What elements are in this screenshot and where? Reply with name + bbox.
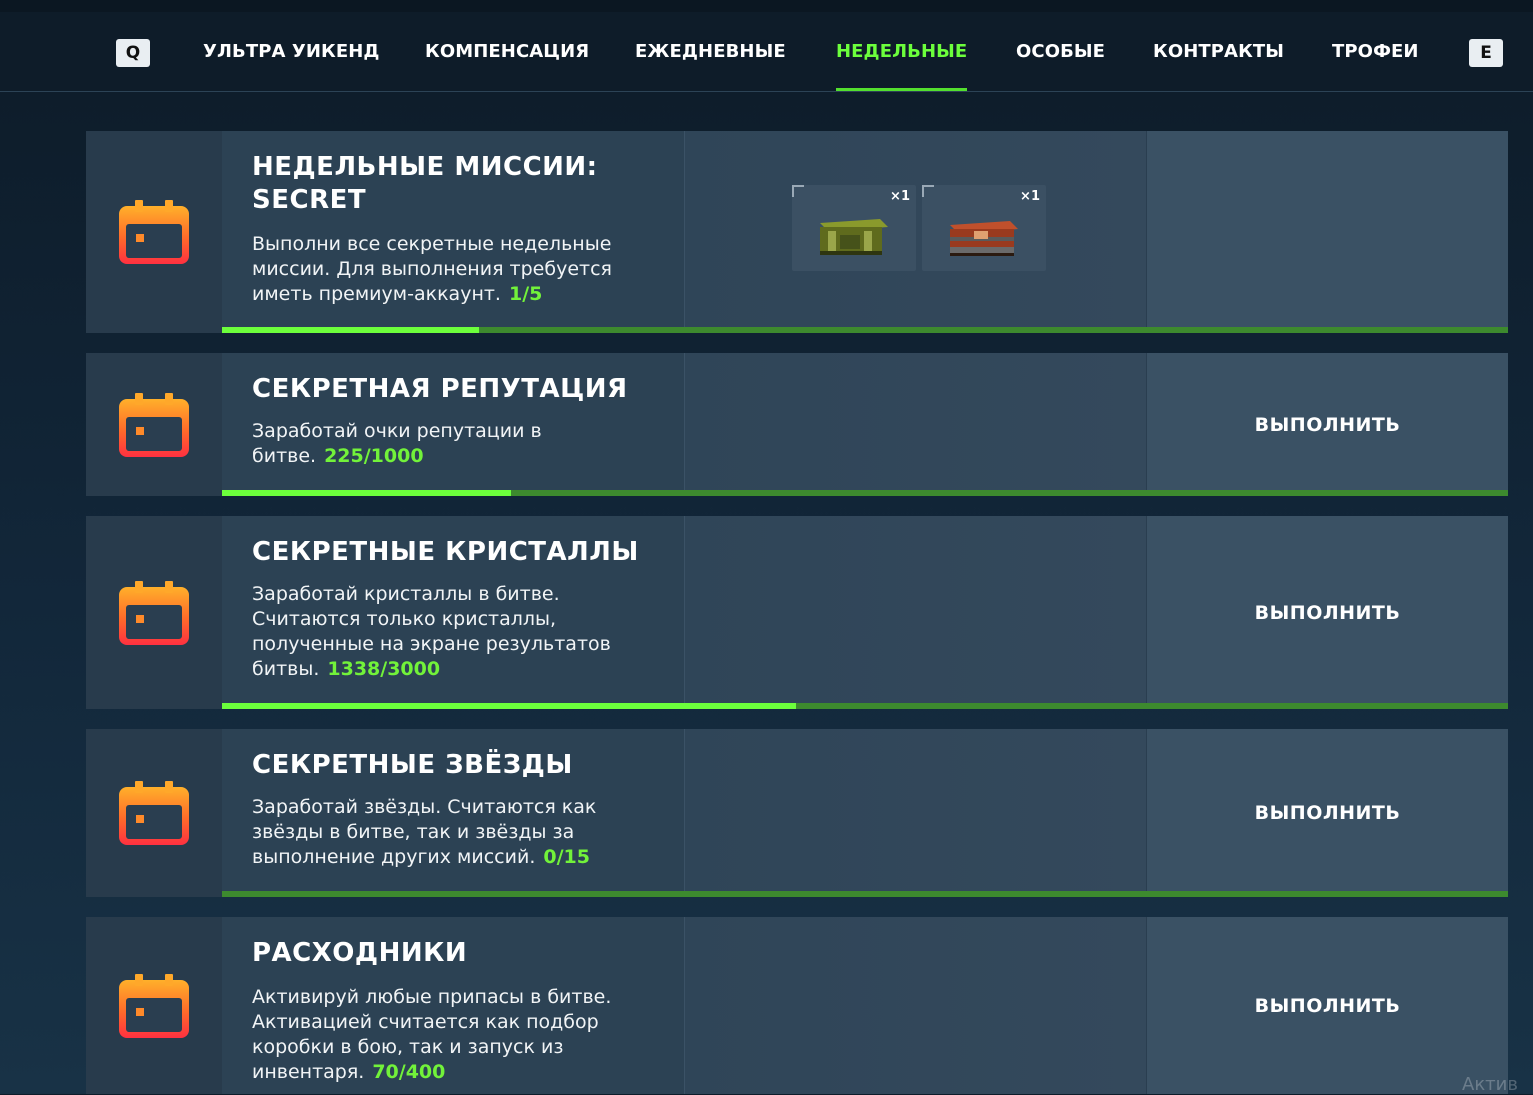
- tab-daily[interactable]: ЕЖЕДНЕВНЫЕ: [635, 12, 786, 91]
- mission-rewards: [685, 516, 1146, 709]
- mission-rewards: [685, 729, 1146, 897]
- mission-card: СЕКРЕТНЫЕ КРИСТАЛЛЫ Заработай кристаллы …: [86, 516, 1508, 709]
- mission-card: СЕКРЕТНЫЕ ЗВЁЗДЫ Заработай звёзды. Счита…: [86, 729, 1508, 897]
- mission-icon-cell: [86, 917, 223, 1094]
- tab-compensation[interactable]: КОМПЕНСАЦИЯ: [425, 12, 589, 91]
- reward-item[interactable]: ×1: [922, 185, 1046, 271]
- mission-description: Заработай звёзды. Считаются как звёзды в…: [252, 796, 597, 868]
- mission-description: Заработай кристаллы в битве. Считаются т…: [252, 583, 611, 680]
- mission-description: Заработай очки репутации в битве. 225/100…: [252, 420, 542, 467]
- calendar-icon: [119, 580, 189, 645]
- mission-title: СЕКРЕТНЫЕ ЗВЁЗДЫ: [252, 750, 573, 780]
- mission-tabs-bar: Q УЛЬТРА УИКЕНД КОМПЕНСАЦИЯ ЕЖЕДНЕВНЫЕ Н…: [0, 12, 1533, 92]
- mission-title: НЕДЕЛЬНЫЕ МИССИИ: SECRET: [252, 152, 598, 215]
- progress-bar: [222, 490, 1508, 496]
- mission-progress-text: 1/5: [508, 283, 543, 305]
- mission-description: Выполни все секретные недельные миссии. …: [252, 233, 612, 305]
- mission-title: СЕКРЕТНАЯ РЕПУТАЦИЯ: [252, 374, 628, 404]
- mission-title: РАСХОДНИКИ: [252, 938, 468, 968]
- complete-button[interactable]: ВЫПОЛНИТЬ: [1147, 516, 1508, 709]
- progress-bar: [222, 327, 1508, 333]
- calendar-icon: [119, 781, 189, 845]
- tab-special[interactable]: ОСОБЫЕ: [1016, 12, 1105, 91]
- progress-bar-fill: [222, 327, 480, 333]
- mission-progress-text: 1338/3000: [327, 658, 441, 680]
- mission-description: Активируй любые припасы в битве. Активац…: [252, 986, 612, 1083]
- tab-trophies[interactable]: ТРОФЕИ: [1332, 12, 1419, 91]
- complete-button[interactable]: ВЫПОЛНИТЬ: [1147, 353, 1508, 496]
- mission-icon-cell: [86, 353, 223, 496]
- mission-progress-text: 0/15: [543, 846, 590, 868]
- mission-rewards: [685, 917, 1146, 1094]
- mission-card: РАСХОДНИКИ Активируй любые припасы в бит…: [86, 917, 1508, 1094]
- next-tab-key-hint[interactable]: E: [1469, 39, 1503, 67]
- reward-count: ×1: [1020, 189, 1040, 204]
- progress-bar-fill: [222, 703, 796, 709]
- mission-text-cell: СЕКРЕТНАЯ РЕПУТАЦИЯ Заработай очки репут…: [222, 353, 685, 496]
- progress-bar: [222, 891, 1508, 897]
- red-container-icon: [950, 221, 1018, 256]
- mission-text-cell: СЕКРЕТНЫЕ КРИСТАЛЛЫ Заработай кристаллы …: [222, 516, 685, 709]
- mission-title: СЕКРЕТНЫЕ КРИСТАЛЛЫ: [252, 537, 639, 567]
- green-container-icon: [820, 219, 888, 255]
- reward-item[interactable]: ×1: [792, 185, 916, 271]
- mission-card: НЕДЕЛЬНЫЕ МИССИИ: SECRET Выполни все сек…: [86, 131, 1508, 333]
- mission-icon-cell: [86, 131, 223, 333]
- calendar-icon: [119, 200, 189, 264]
- mission-icon-cell: [86, 516, 223, 709]
- mission-progress-text: 70/400: [372, 1061, 446, 1083]
- mission-progress-text: 225/1000: [324, 445, 424, 467]
- complete-button[interactable]: ВЫПОЛНИТЬ: [1147, 917, 1508, 1094]
- mission-rewards: ×1 ×1: [685, 131, 1146, 333]
- tab-contracts[interactable]: КОНТРАКТЫ: [1153, 12, 1284, 91]
- os-activation-watermark: Актив: [1462, 1074, 1518, 1095]
- mission-text-cell: НЕДЕЛЬНЫЕ МИССИИ: SECRET Выполни все сек…: [222, 131, 685, 333]
- mission-action-area: [1147, 131, 1508, 333]
- mission-card: СЕКРЕТНАЯ РЕПУТАЦИЯ Заработай очки репут…: [86, 353, 1508, 496]
- calendar-icon: [119, 973, 189, 1038]
- mission-icon-cell: [86, 729, 223, 897]
- mission-rewards: [685, 353, 1146, 496]
- complete-button[interactable]: ВЫПОЛНИТЬ: [1147, 729, 1508, 897]
- tab-ultra-weekend[interactable]: УЛЬТРА УИКЕНД: [203, 12, 380, 91]
- mission-text-cell: СЕКРЕТНЫЕ ЗВЁЗДЫ Заработай звёзды. Счита…: [222, 729, 685, 897]
- progress-bar-fill: [222, 490, 512, 496]
- tab-weekly[interactable]: НЕДЕЛЬНЫЕ: [836, 12, 968, 91]
- calendar-icon: [119, 392, 189, 457]
- mission-text-cell: РАСХОДНИКИ Активируй любые припасы в бит…: [222, 917, 685, 1094]
- prev-tab-key-hint[interactable]: Q: [116, 39, 150, 67]
- reward-count: ×1: [890, 189, 910, 204]
- progress-bar: [222, 703, 1508, 709]
